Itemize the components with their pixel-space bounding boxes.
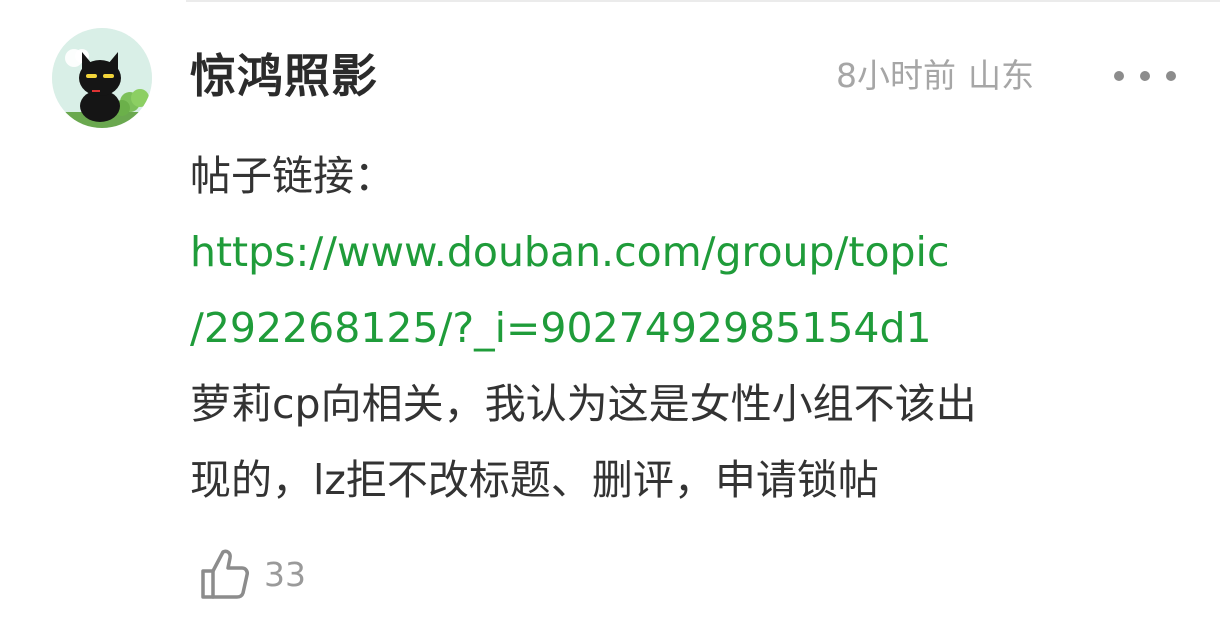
comment-time: 8小时前 <box>836 56 956 95</box>
avatar[interactable] <box>52 28 152 128</box>
more-button[interactable] <box>1114 54 1176 98</box>
thumbs-up-icon <box>201 549 249 599</box>
comment-card: 惊鸿照影 8小时前 山东 帖子链接： https://www.douban.com… <box>0 0 1220 624</box>
comment-text-line1: 萝莉cp向相关，我认为这是女性小组不该出 <box>190 380 977 428</box>
topic-link-part2[interactable]: /292268125/?_i=9027492985154d1 <box>190 304 932 352</box>
author-name[interactable]: 惊鸿照影 <box>190 44 378 108</box>
topic-link-part1[interactable]: https://www.douban.com/group/topic <box>190 228 949 276</box>
like-count: 33 <box>264 554 306 594</box>
comment-meta: 8小时前 山东 <box>836 50 1034 102</box>
divider <box>186 0 1220 2</box>
black-cat-avatar-icon <box>52 28 152 128</box>
comment-location: 山东 <box>968 56 1034 95</box>
comment-body: 帖子链接： https://www.douban.com/group/topic… <box>190 138 1170 518</box>
like-button[interactable]: 33 <box>198 544 306 604</box>
comment-text-prefix: 帖子链接： <box>190 152 395 200</box>
more-dots-icon <box>1114 71 1124 81</box>
comment-text-line2: 现的，lz拒不改标题、删评，申请锁帖 <box>190 456 879 504</box>
